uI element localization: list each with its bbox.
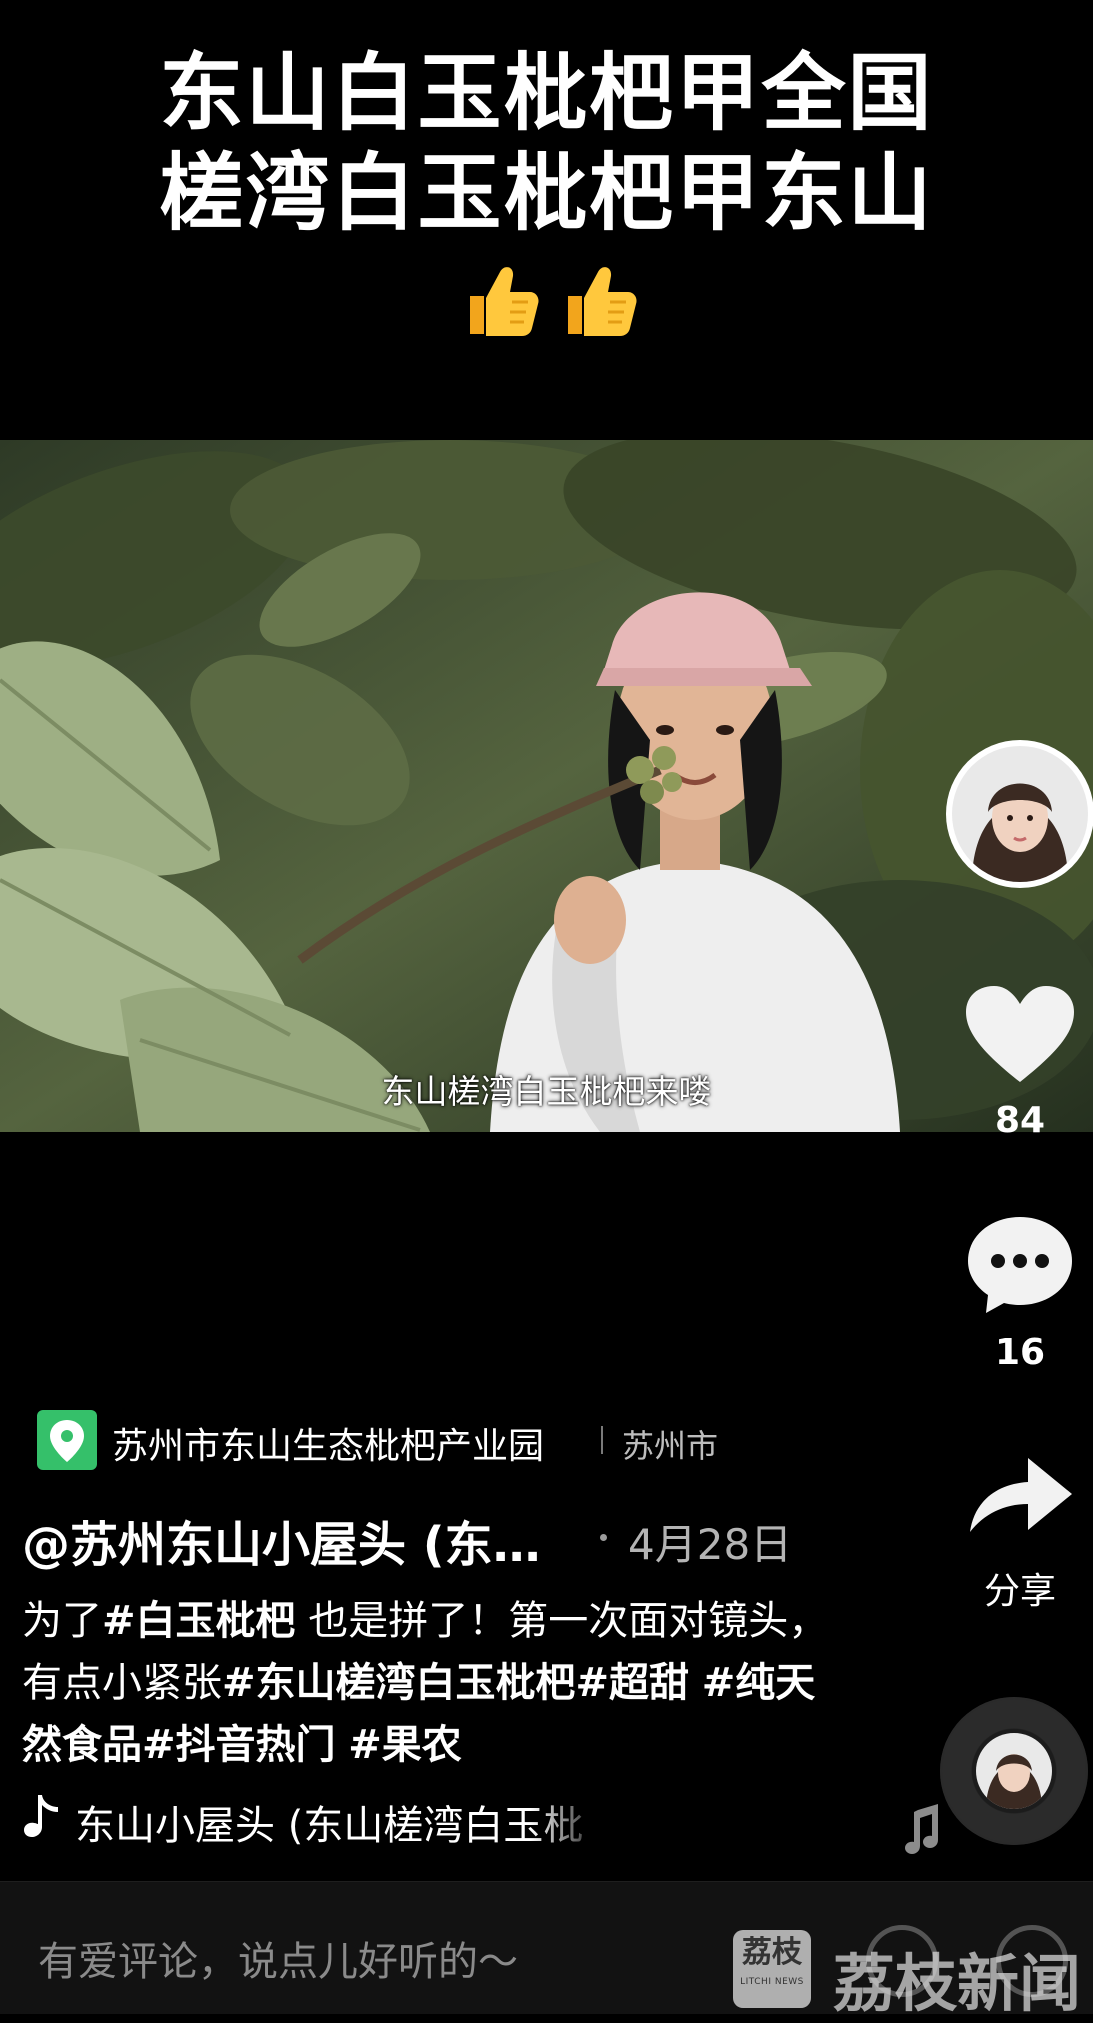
- hashtag-link[interactable]: #东山槎湾白玉枇杷: [222, 1660, 576, 1706]
- date-separator-dot: [600, 1534, 607, 1541]
- litchi-news-watermark: 荔枝新闻: [833, 1947, 1082, 2020]
- hashtag-link[interactable]: #抖音热门: [142, 1722, 336, 1768]
- music-notes-decoration-icon: [905, 1804, 938, 1854]
- caption-text: [336, 1722, 349, 1768]
- litchi-news-logo-subtext: LITCHI NEWS: [740, 1977, 804, 1987]
- thumbs-up-emoji-row: [0, 258, 1093, 342]
- video-subtitle: 东山槎湾白玉枇杷来喽: [381, 1072, 712, 1111]
- location-pin-icon: [50, 1420, 84, 1462]
- comment-input[interactable]: 有爱评论，说点儿好听的～: [38, 1929, 518, 1987]
- music-note-icon: [24, 1795, 58, 1837]
- share-label[interactable]: 分享: [945, 1562, 1093, 1614]
- overlay-title-line-1: 东山白玉枇杷甲全国: [159, 44, 934, 142]
- thumbs-up-icon: [567, 267, 637, 336]
- comment-count: 16: [994, 1332, 1046, 1373]
- author-name[interactable]: @苏州东山小屋头 (东…: [22, 1505, 541, 1575]
- like-count: 84: [994, 1100, 1046, 1141]
- author-avatar[interactable]: [946, 740, 1093, 888]
- author-avatar-image: [952, 746, 1088, 882]
- video-scene-image: [0, 440, 1093, 1132]
- video-frame[interactable]: [0, 440, 1093, 1132]
- record-disc-avatar-image: [976, 1733, 1052, 1809]
- overlay-title-line-2: 槎湾白玉枇杷甲东山: [159, 144, 934, 242]
- share-arrow-icon[interactable]: [966, 1452, 1076, 1536]
- hashtag-link[interactable]: #果农: [348, 1722, 462, 1768]
- litchi-news-logo-text: 荔枝: [742, 1935, 802, 1970]
- location-pin-badge[interactable]: [37, 1410, 97, 1470]
- location-name[interactable]: 苏州市东山生态枇杷产业园: [112, 1417, 544, 1469]
- litchi-news-logo: 荔枝 LITCHI NEWS: [733, 1930, 811, 2008]
- comment-bubble-icon[interactable]: [964, 1213, 1076, 1315]
- caption-text: 为了: [22, 1598, 102, 1644]
- hashtag-link[interactable]: #白玉枇杷: [102, 1598, 296, 1644]
- music-record-disc[interactable]: [940, 1697, 1088, 1845]
- caption-text: [689, 1660, 702, 1706]
- hashtag-link[interactable]: #超甜: [576, 1660, 690, 1706]
- location-city: 苏州市: [622, 1427, 719, 1465]
- post-caption: 为了#白玉枇杷 也是拼了！第一次面对镜头，有点小紧张#东山槎湾白玉枇杷#超甜 #…: [22, 1590, 852, 1776]
- location-divider: [601, 1426, 603, 1454]
- post-date: 4月28日: [628, 1520, 793, 1569]
- like-heart-icon[interactable]: [962, 982, 1078, 1086]
- thumbs-up-icon: [469, 267, 539, 336]
- music-title[interactable]: 东山小屋头 (东山槎湾白玉枇: [75, 1793, 605, 1851]
